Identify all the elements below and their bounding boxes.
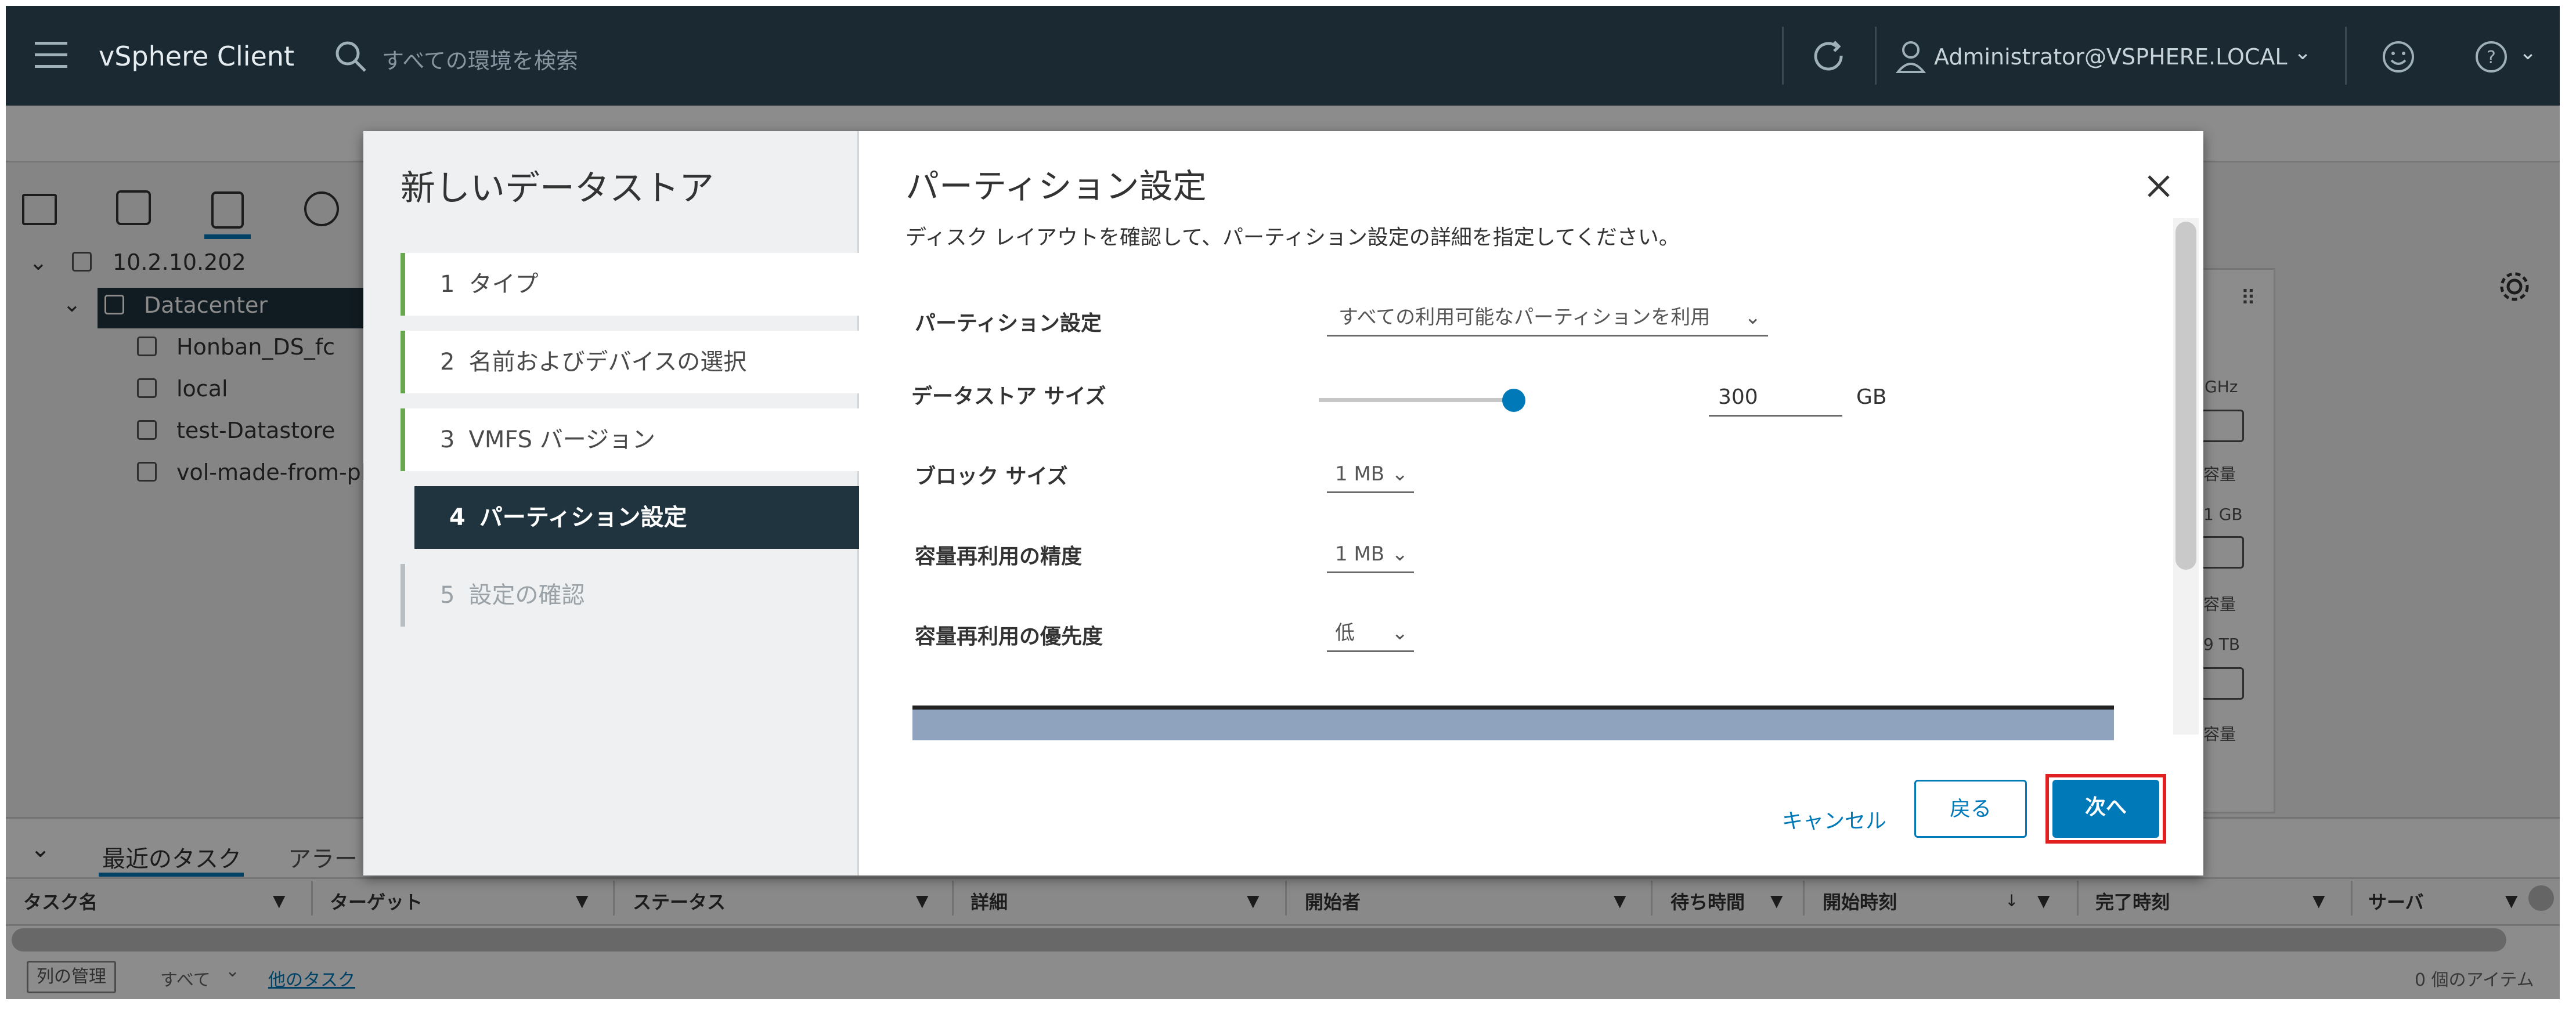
page-title: パーティション設定 [905, 167, 1207, 206]
step-label: 名前およびデバイスの選択 [468, 349, 747, 375]
datastore-size-value: 300 [1718, 385, 1758, 409]
chevron-down-icon: ⌄ [1391, 621, 1409, 645]
menu-icon[interactable] [35, 42, 67, 70]
help-icon[interactable]: ? [2474, 39, 2509, 74]
reclamation-priority-select[interactable]: 低 ⌄ [1327, 620, 1414, 652]
partition-config-value: すべての利用可能なパーティションを利用 [1338, 306, 1711, 329]
chevron-down-icon: ⌄ [1391, 542, 1409, 566]
chevron-down-icon: ⌄ [1744, 306, 1762, 329]
search-icon[interactable] [334, 39, 367, 73]
step-number: 4 [449, 504, 466, 531]
user-icon [1895, 39, 1927, 74]
step-label: 設定の確認 [468, 582, 585, 609]
block-size-label: ブロック サイズ [915, 465, 1068, 489]
step-number: 1 [440, 271, 455, 298]
wizard-title: 新しいデータストア [401, 168, 714, 209]
step-number: 5 [440, 582, 455, 609]
reclamation-priority-value: 低 [1335, 621, 1355, 645]
wizard-step-review: 5 設定の確認 [401, 564, 859, 627]
reclamation-priority-label: 容量再利用の優先度 [915, 625, 1103, 649]
step-number: 3 [440, 426, 455, 453]
wizard-step-partition[interactable]: 4 パーティション設定 [414, 486, 859, 549]
datastore-size-unit: GB [1856, 385, 1887, 409]
refresh-icon[interactable] [1811, 38, 1848, 75]
wizard-step-type[interactable]: 1 タイプ [401, 253, 859, 316]
datastore-size-input[interactable]: 300 [1709, 381, 1842, 417]
feedback-smiley-icon[interactable] [2381, 39, 2416, 74]
step-label: タイプ [468, 271, 539, 298]
partition-config-select[interactable]: すべての利用可能なパーティションを利用 ⌄ [1327, 304, 1768, 337]
wizard-step-name-device[interactable]: 2 名前およびデバイスの選択 [401, 331, 859, 393]
datastore-size-label: データストア サイズ [911, 385, 1106, 408]
chevron-down-icon: ⌄ [1391, 462, 1409, 486]
user-menu[interactable]: Administrator@VSPHERE.LOCAL [1934, 44, 2288, 70]
back-button[interactable]: 戻る [1914, 780, 2027, 838]
partition-config-label: パーティション設定 [915, 312, 1102, 335]
search-input[interactable]: すべての環境を検索 [382, 43, 578, 75]
block-size-value: 1 MB [1335, 462, 1385, 486]
svg-text:?: ? [2487, 48, 2496, 68]
user-chevron-down-icon[interactable]: ⌄ [2294, 41, 2311, 64]
step-label: VMFS バージョン [468, 426, 655, 453]
step-label: パーティション設定 [479, 504, 687, 531]
new-datastore-dialog: 新しいデータストア 1 タイプ 2 名前およびデバイスの選択 3 VMFS バージョン… [363, 131, 2203, 875]
app-header: vSphere Client すべての環境を検索 Administrator@V… [6, 6, 2560, 106]
step-number: 2 [440, 349, 455, 375]
partition-layout-bar [912, 706, 2114, 740]
wizard-steps-nav: 新しいデータストア 1 タイプ 2 名前およびデバイスの選択 3 VMFS バージョン… [363, 131, 859, 875]
app-title[interactable]: vSphere Client [99, 41, 294, 72]
size-slider-track[interactable] [1319, 398, 1524, 402]
reclamation-granularity-label: 容量再利用の精度 [915, 545, 1083, 569]
dialog-scrollbar-thumb[interactable] [2175, 222, 2196, 570]
size-slider-fill [1319, 398, 1524, 402]
block-size-select[interactable]: 1 MB ⌄ [1327, 461, 1414, 493]
size-slider-thumb[interactable] [1502, 389, 1525, 412]
wizard-step-vmfs-version[interactable]: 3 VMFS バージョン [401, 408, 859, 471]
reclamation-granularity-select[interactable]: 1 MB ⌄ [1327, 541, 1414, 573]
close-icon[interactable] [2144, 172, 2173, 201]
page-subtitle: ディスク レイアウトを確認して、パーティション設定の詳細を指定してください。 [905, 226, 1680, 249]
help-chevron-down-icon[interactable]: ⌄ [2519, 41, 2537, 64]
cancel-button[interactable]: キャンセル [1782, 794, 1886, 849]
next-button[interactable]: 次へ [2052, 780, 2159, 838]
reclamation-granularity-value: 1 MB [1335, 542, 1385, 566]
